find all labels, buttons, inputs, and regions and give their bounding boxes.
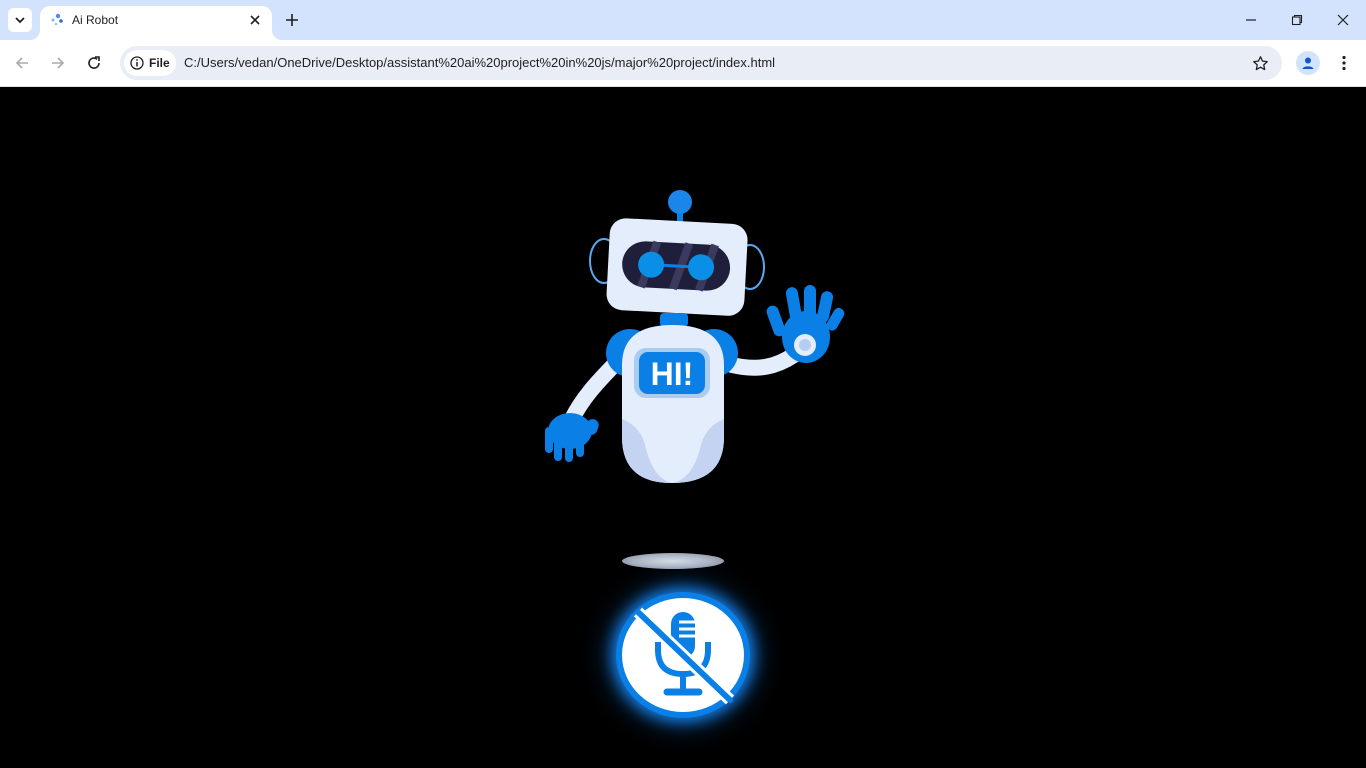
robot-badge-text: HI! <box>651 356 694 392</box>
robot-head <box>606 218 748 316</box>
reload-icon <box>88 56 100 69</box>
robot-chest-badge: HI! <box>634 348 710 398</box>
new-tab-button[interactable] <box>282 10 302 30</box>
arrow-right-icon <box>52 57 65 69</box>
kebab-menu-icon <box>1342 55 1346 71</box>
scheme-label: File <box>149 56 170 70</box>
robot-illustration: HI! <box>545 190 845 483</box>
restore-icon <box>1291 14 1303 26</box>
url-text[interactable]: C:/Users/vedan/OneDrive/Desktop/assistan… <box>184 55 775 70</box>
robot-floor-shadow <box>622 553 724 569</box>
tab-strip: Ai Robot <box>0 0 1366 40</box>
minimize-button[interactable] <box>1228 0 1274 40</box>
page-content: HI! <box>0 87 1366 768</box>
address-bar[interactable]: File C:/Users/vedan/OneDrive/Desktop/ass… <box>120 46 1282 80</box>
robot-left-hand <box>545 413 599 462</box>
restore-button[interactable] <box>1274 0 1320 40</box>
profile-button[interactable] <box>1296 51 1320 75</box>
browser-toolbar: File C:/Users/vedan/OneDrive/Desktop/ass… <box>0 40 1366 87</box>
forward-button[interactable] <box>46 51 70 75</box>
minimize-icon <box>1246 19 1256 21</box>
reload-button[interactable] <box>82 51 106 75</box>
info-icon <box>130 56 144 70</box>
tab-title: Ai Robot <box>72 13 119 27</box>
microphone-toggle-button[interactable] <box>616 592 750 718</box>
robot-right-hand <box>766 285 845 363</box>
robot-antenna-ball <box>668 190 692 214</box>
active-tab[interactable]: Ai Robot <box>40 6 272 40</box>
tab-search-button[interactable] <box>8 8 32 32</box>
robot-right-arm <box>724 347 802 376</box>
back-button[interactable] <box>10 51 34 75</box>
tab-close-button[interactable] <box>246 11 264 29</box>
close-window-button[interactable] <box>1320 0 1366 40</box>
bookmark-button[interactable] <box>1250 53 1270 73</box>
close-icon <box>1337 14 1349 26</box>
close-icon <box>250 15 260 25</box>
site-info-chip[interactable]: File <box>124 50 176 76</box>
person-icon <box>1302 57 1314 69</box>
browser-menu-button[interactable] <box>1334 51 1354 75</box>
robot-favicon-icon <box>51 13 63 26</box>
star-icon <box>1252 55 1268 70</box>
arrow-left-icon <box>15 57 28 69</box>
microphone-off-icon <box>633 607 735 705</box>
chevron-down-icon <box>15 17 25 24</box>
plus-icon <box>286 14 298 26</box>
